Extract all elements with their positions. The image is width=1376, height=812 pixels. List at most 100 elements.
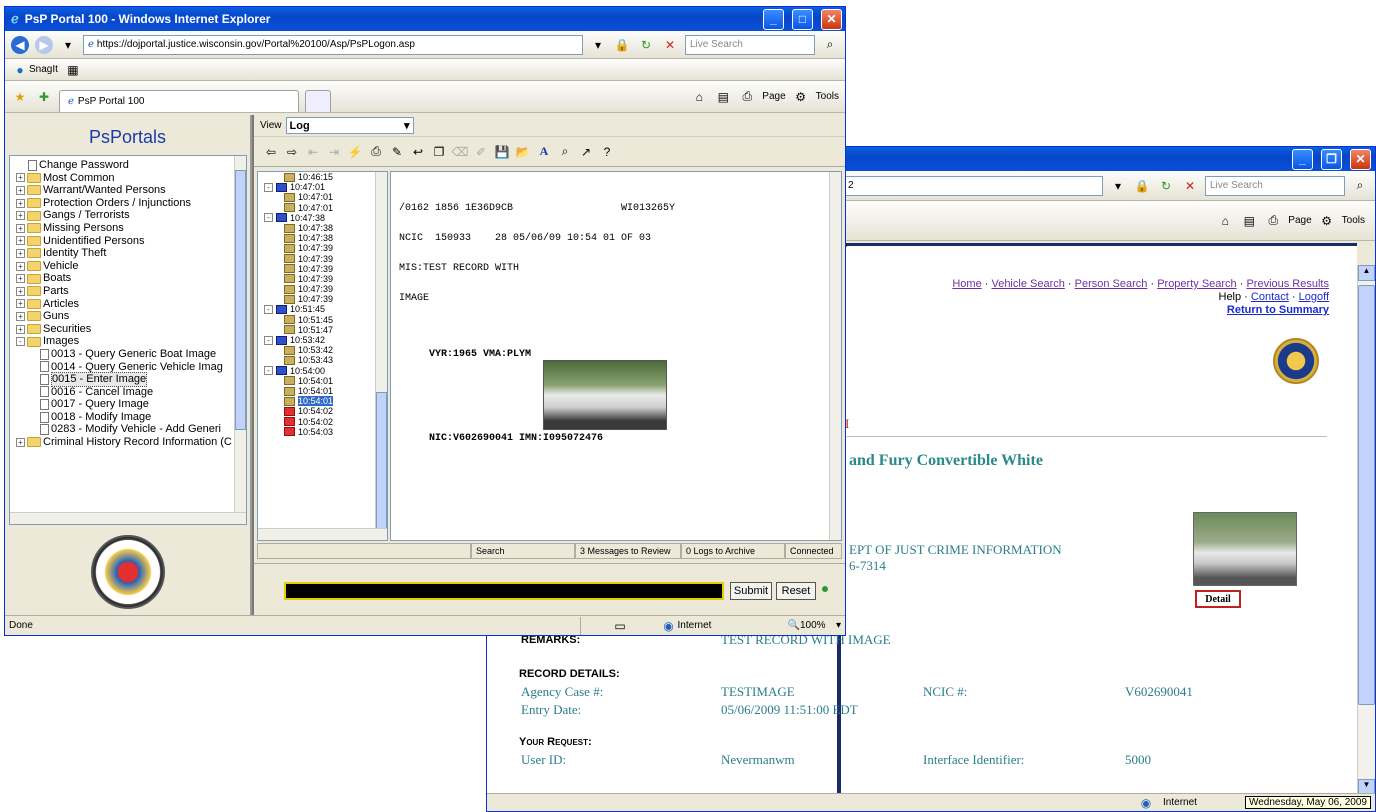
- nav-contact-link[interactable]: Contact: [1251, 291, 1289, 303]
- tree-hscroll[interactable]: [10, 512, 246, 524]
- log-hscroll[interactable]: [258, 528, 387, 540]
- detail-button[interactable]: Detail: [1195, 590, 1241, 608]
- font-icon[interactable]: A: [535, 143, 553, 161]
- tools-gear-icon[interactable]: ⚙: [792, 88, 810, 106]
- log-entry[interactable]: - 10:47:01: [262, 182, 387, 192]
- search-icon[interactable]: ⌕: [1351, 177, 1369, 195]
- log-entry[interactable]: 10:53:42: [262, 345, 387, 355]
- tools-menu[interactable]: Tools: [1342, 215, 1365, 226]
- minimize-icon[interactable]: _: [1292, 148, 1313, 170]
- page-menu[interactable]: Page: [762, 91, 785, 102]
- stop-icon[interactable]: ✕: [661, 36, 679, 54]
- highlight-icon[interactable]: ✎: [388, 143, 406, 161]
- save-icon[interactable]: 💾: [493, 143, 511, 161]
- home-icon[interactable]: ⌂: [690, 88, 708, 106]
- message-vscroll[interactable]: [829, 172, 841, 540]
- log-entry[interactable]: 10:51:47: [262, 325, 387, 335]
- log-entry[interactable]: 10:54:01: [262, 376, 387, 386]
- print-log-icon[interactable]: ⎙: [367, 143, 385, 161]
- log-entry[interactable]: 10:54:03: [262, 427, 387, 437]
- collapse-icon[interactable]: -: [264, 366, 273, 376]
- tree-item[interactable]: 0017 - Query Image: [16, 398, 246, 411]
- log-entry[interactable]: 10:47:39: [262, 274, 387, 284]
- log-entry[interactable]: 10:47:39: [262, 264, 387, 274]
- log-entry[interactable]: - 10:51:45: [262, 304, 387, 314]
- nav-property-search-link[interactable]: Property Search: [1157, 278, 1236, 290]
- restore-icon[interactable]: ❐: [1321, 148, 1342, 170]
- new-tab-button[interactable]: [305, 90, 331, 112]
- expand-icon[interactable]: +: [16, 274, 25, 284]
- dropdown-arrow-icon[interactable]: ▾: [589, 36, 607, 54]
- expand-icon[interactable]: +: [16, 311, 25, 321]
- collapse-icon[interactable]: -: [16, 337, 25, 347]
- front-address-input[interactable]: ℯ https://dojportal.justice.wisconsin.go…: [83, 34, 583, 55]
- expand-icon[interactable]: +: [16, 185, 25, 195]
- nav-previous-results-link[interactable]: Previous Results: [1246, 278, 1329, 290]
- tree-item[interactable]: 0016 - Cancel Image: [16, 386, 246, 399]
- vehicle-thumbnail[interactable]: [1193, 512, 1297, 586]
- collapse-icon[interactable]: -: [264, 182, 273, 192]
- zoom-icon[interactable]: 🔍: [788, 620, 800, 631]
- scroll-thumb[interactable]: [1358, 285, 1375, 705]
- close-icon[interactable]: ✕: [1350, 148, 1371, 170]
- back-nav-icon[interactable]: ⇦: [262, 143, 280, 161]
- expand-icon[interactable]: +: [16, 437, 25, 447]
- snagit-link[interactable]: SnagIt: [29, 64, 58, 75]
- log-entry[interactable]: 10:47:39: [262, 254, 387, 264]
- feeds-icon[interactable]: ▤: [714, 88, 732, 106]
- tree-item[interactable]: Change Password: [16, 159, 246, 172]
- forward-arrow-icon[interactable]: ▶: [35, 35, 53, 54]
- log-entry[interactable]: 10:53:43: [262, 355, 387, 365]
- stop-icon[interactable]: ✕: [1181, 177, 1199, 195]
- log-entry[interactable]: 10:47:01: [262, 192, 387, 202]
- tree-item[interactable]: + Unidentified Persons: [16, 235, 246, 248]
- log-entry[interactable]: 10:54:01: [262, 396, 387, 407]
- snagit-icon[interactable]: ●: [11, 61, 29, 79]
- tree-item[interactable]: + Parts: [16, 285, 246, 298]
- expand-icon[interactable]: +: [16, 299, 25, 309]
- open-folder-icon[interactable]: 📂: [514, 143, 532, 161]
- log-scroll-thumb[interactable]: [376, 392, 387, 532]
- tree-item[interactable]: 0018 - Modify Image: [16, 411, 246, 424]
- tree-item[interactable]: + Most Common: [16, 172, 246, 185]
- back-arrow-icon[interactable]: ◀: [11, 35, 29, 54]
- log-entry[interactable]: - 10:53:42: [262, 335, 387, 345]
- favorites-star-icon[interactable]: ★: [11, 88, 29, 106]
- refresh-icon[interactable]: ↻: [1157, 177, 1175, 195]
- page-menu[interactable]: Page: [1288, 215, 1311, 226]
- front-search-input[interactable]: Live Search: [685, 34, 815, 55]
- log-entry[interactable]: 10:54:02: [262, 406, 387, 416]
- tools-gear-icon[interactable]: ⚙: [1318, 212, 1336, 230]
- search-icon[interactable]: ⌕: [821, 36, 839, 54]
- tree-item[interactable]: 0015 - Enter Image: [16, 372, 246, 387]
- expand-icon[interactable]: +: [16, 286, 25, 296]
- expand-icon[interactable]: +: [16, 173, 25, 183]
- tool-icon[interactable]: ↗: [577, 143, 595, 161]
- nav-home-link[interactable]: Home: [952, 278, 981, 290]
- dropdown-arrow-icon[interactable]: ▾: [1109, 177, 1127, 195]
- tree-item[interactable]: 0013 - Query Generic Boat Image: [16, 348, 246, 361]
- copy-icon[interactable]: ❐: [430, 143, 448, 161]
- refresh-icon[interactable]: ↻: [637, 36, 655, 54]
- log-entry[interactable]: 10:47:38: [262, 233, 387, 243]
- reply-icon[interactable]: ↩: [409, 143, 427, 161]
- tree-item[interactable]: + Protection Orders / Injunctions: [16, 197, 246, 210]
- return-to-summary-link[interactable]: Return to Summary: [1227, 304, 1329, 316]
- expand-icon[interactable]: +: [16, 211, 25, 221]
- log-entry[interactable]: 10:47:39: [262, 294, 387, 304]
- log-entry[interactable]: 10:47:01: [262, 203, 387, 213]
- expand-icon[interactable]: +: [16, 248, 25, 258]
- view-select[interactable]: Log ▾: [285, 117, 414, 134]
- back-vertical-scrollbar[interactable]: ▲ ▼: [1357, 265, 1375, 795]
- zoom-level[interactable]: 100%: [800, 620, 836, 631]
- log-entry[interactable]: 10:47:38: [262, 223, 387, 233]
- tree-item[interactable]: + Missing Persons: [16, 222, 246, 235]
- submit-button[interactable]: Submit: [730, 582, 772, 600]
- expand-icon[interactable]: +: [16, 236, 25, 246]
- expand-icon[interactable]: +: [16, 261, 25, 271]
- tree-item[interactable]: + Guns: [16, 310, 246, 323]
- nav-vehicle-search-link[interactable]: Vehicle Search: [991, 278, 1064, 290]
- log-entry[interactable]: 10:51:45: [262, 315, 387, 325]
- tree-item[interactable]: + Securities: [16, 323, 246, 336]
- reset-button[interactable]: Reset: [776, 582, 816, 600]
